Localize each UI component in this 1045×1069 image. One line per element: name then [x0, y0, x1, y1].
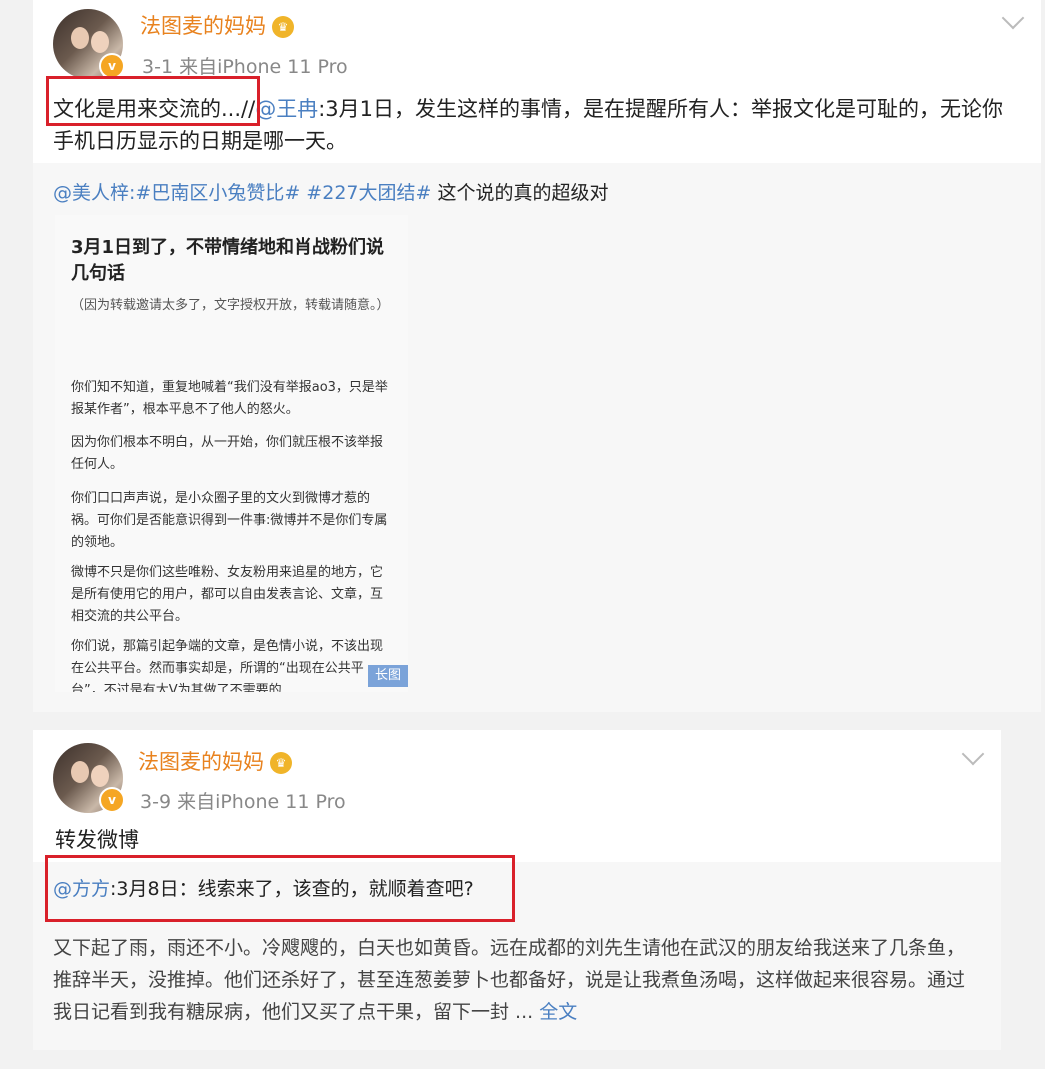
highlight-box — [45, 855, 515, 922]
repost-body: 又下起了雨，雨还不小。冷飕飕的，白天也如黄昏。远在成都的刘先生请他在武汉的朋友给… — [53, 937, 966, 1023]
mention-link[interactable]: @美人梓 — [53, 182, 129, 204]
highlight-box — [46, 76, 260, 126]
verified-badge-icon: v — [99, 787, 125, 813]
long-image-paragraph: 因为你们根本不明白，从一开始，你们就压根不该举报任何人。 — [71, 435, 384, 472]
long-image-tag: 长图 — [368, 665, 408, 687]
long-image-paragraph: 你们口口声声说，是小众圈子里的文火到微博才惹的祸。可你们是否能意识得到一件事:微… — [71, 491, 388, 550]
author-name[interactable]: 法图麦的妈妈 ♛ — [140, 10, 294, 40]
author-name[interactable]: 法图麦的妈妈 ♛ — [138, 746, 292, 776]
post-text: 转发微博 — [55, 828, 139, 852]
mention-link[interactable]: @王冉 — [255, 97, 318, 121]
post-meta: 3-1 来自iPhone 11 Pro — [142, 56, 348, 78]
long-image[interactable]: 3月1日到了，不带情绪地和肖战粉们说几句话 （因为转载邀请太多了，文字授权开放，… — [55, 215, 408, 692]
member-crown-icon: ♛ — [270, 752, 292, 774]
chevron-down-icon[interactable] — [1001, 6, 1025, 30]
long-image-title: 3月1日到了，不带情绪地和肖战粉们说几句话 — [71, 237, 385, 284]
hashtag-link[interactable]: :#巴南区小兔赞比# — [129, 182, 300, 204]
hashtag-link[interactable]: #227大团结# — [300, 182, 431, 204]
member-crown-icon: ♛ — [272, 16, 294, 38]
chevron-down-icon[interactable] — [961, 742, 985, 766]
long-image-paragraph: 微博不只是你们这些唯粉、女友粉用来追星的地方，它是所有使用它的用户，都可以自由发… — [71, 565, 384, 624]
repost-container[interactable]: @美人梓:#巴南区小兔赞比# #227大团结# 这个说的真的超级对 3月1日到了… — [33, 163, 1041, 712]
post-meta: 3-9 来自iPhone 11 Pro — [140, 791, 346, 813]
long-image-paragraph: 你们说，那篇引起争端的文章，是色情小说，不该出现在公共平台。然而事实却是，所谓的… — [71, 639, 384, 692]
long-image-paragraph: （因为转载邀请太多了，文字授权开放，转载请随意。） — [71, 298, 390, 313]
repost-text: @美人梓:#巴南区小兔赞比# #227大团结# 这个说的真的超级对 — [53, 182, 609, 204]
full-text-link[interactable]: 全文 — [539, 1001, 577, 1023]
weibo-post-2: v 法图麦的妈妈 ♛ 3-9 来自iPhone 11 Pro 转发微博 @方方:3… — [33, 730, 1001, 1050]
weibo-post-1: v 法图麦的妈妈 ♛ 3-1 来自iPhone 11 Pro 文化是用来交流的..… — [33, 0, 1041, 712]
long-image-paragraph: 你们知不知道，重复地喊着“我们没有举报ao3，只是举报某作者”，根本平息不了他人… — [71, 380, 388, 417]
